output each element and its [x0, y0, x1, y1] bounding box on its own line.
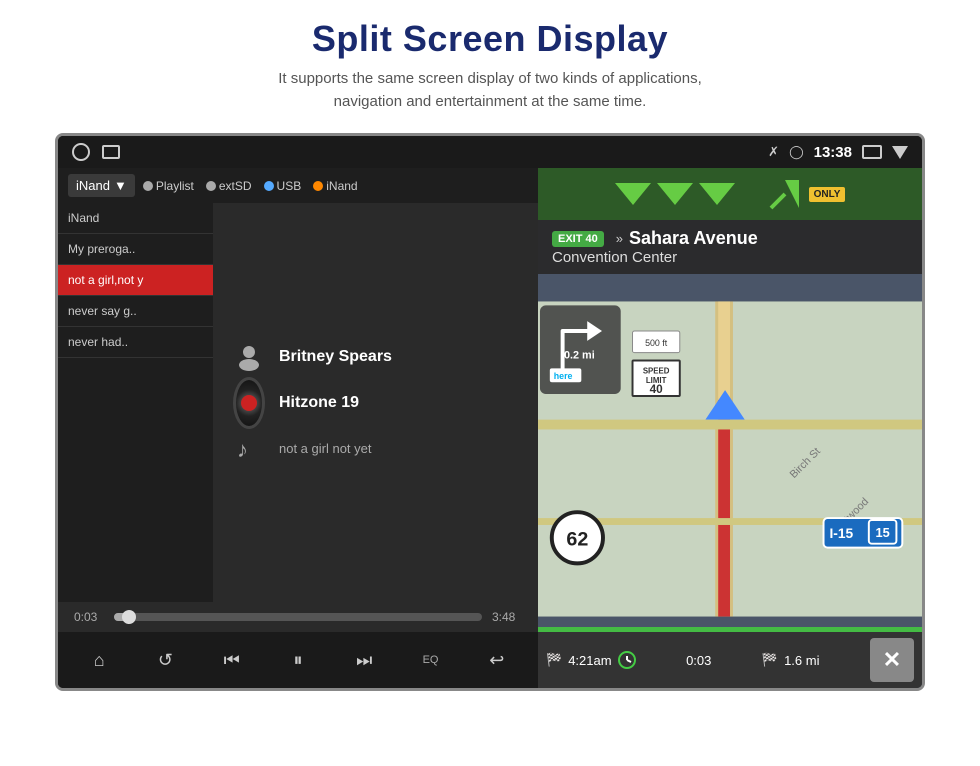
- nav-arrow-down-2: [657, 183, 693, 205]
- title-row: ♪ not a girl not yet: [233, 433, 518, 465]
- eq-button[interactable]: EQ: [413, 642, 449, 678]
- nav-bottom-bar: 🏁 4:21am 0:03 🏁 1.6 mi ✕: [538, 632, 922, 688]
- street-name: Sahara Avenue: [629, 228, 758, 249]
- source-playlist[interactable]: Playlist: [143, 179, 194, 193]
- track-album: Hitzone 19: [279, 394, 359, 412]
- svg-text:0.2 mi: 0.2 mi: [564, 350, 595, 362]
- playlist-item-4[interactable]: never had..: [58, 327, 213, 358]
- home-button[interactable]: ⌂: [81, 642, 117, 678]
- nav-arrow-down-1: [615, 183, 651, 205]
- nav-total-distance: 🏁 1.6 mi: [762, 652, 820, 668]
- split-screen: iNand ▼ Playlist extSD USB: [58, 168, 922, 688]
- play-pause-button[interactable]: ⏸: [280, 642, 316, 678]
- svg-text:500 ft: 500 ft: [645, 338, 668, 348]
- only-badge: ONLY: [809, 187, 846, 202]
- status-bar: ✗ ◯ 13:38: [58, 136, 922, 168]
- back-icon: [892, 146, 908, 159]
- track-info: Britney Spears Hitzone 19 ♪: [223, 341, 528, 465]
- svg-text:15: 15: [875, 525, 889, 540]
- svg-text:62: 62: [566, 529, 588, 551]
- exit-badge: EXIT 40: [552, 231, 604, 247]
- playlist-radio: [143, 181, 153, 191]
- nav-top-bar: ONLY: [538, 168, 922, 220]
- status-bar-left: [72, 143, 120, 161]
- map-content: Birch St Westwood 62 I-15 15: [538, 286, 922, 632]
- nav-info-box: EXIT 40 » Sahara Avenue Convention Cente…: [538, 220, 922, 274]
- source-options: Playlist extSD USB iNand: [143, 179, 358, 193]
- source-dropdown[interactable]: iNand ▼: [68, 174, 135, 197]
- source-selector: iNand ▼ Playlist extSD USB: [58, 168, 538, 203]
- progress-bar[interactable]: [114, 613, 482, 621]
- home-button-icon: [72, 143, 90, 161]
- progress-thumb: [122, 610, 136, 624]
- nav-arrival-time: 🏁 4:21am: [546, 651, 636, 669]
- svg-text:SPEED: SPEED: [643, 366, 670, 375]
- image-icon: [102, 145, 120, 159]
- nav-elapsed-time: 0:03: [686, 653, 711, 668]
- nav-arrow-right-up-icon: [767, 176, 803, 212]
- playlist-item-1[interactable]: My preroga..: [58, 234, 213, 265]
- player-main: Britney Spears Hitzone 19 ♪: [213, 203, 538, 602]
- nav-panel: ONLY EXIT 40 » Sahara Avenue Convention …: [538, 168, 922, 688]
- playlist-sidebar: iNand My preroga.. not a girl,not y neve…: [58, 203, 213, 602]
- status-time: 13:38: [814, 144, 852, 161]
- source-extsd[interactable]: extSD: [206, 179, 252, 193]
- svg-text:here: here: [554, 371, 573, 381]
- controls-bar: ⌂ ↺ ⏮ ⏸ ⏭ EQ ↩: [58, 632, 538, 688]
- repeat-button[interactable]: ↺: [147, 642, 183, 678]
- svg-text:40: 40: [650, 382, 664, 396]
- prev-button[interactable]: ⏮: [214, 642, 250, 678]
- device-frame: ✗ ◯ 13:38 iNand ▼ Playlist: [55, 133, 925, 691]
- screen-icon: [862, 145, 882, 159]
- clock-icon: [618, 651, 636, 669]
- album-row: Hitzone 19: [233, 387, 518, 419]
- flag-icon-end: 🏁: [762, 652, 778, 668]
- next-button[interactable]: ⏭: [346, 642, 382, 678]
- source-usb[interactable]: USB: [264, 179, 302, 193]
- back-button[interactable]: ↩: [479, 642, 515, 678]
- bluetooth-icon: ✗: [768, 144, 779, 160]
- artist-row: Britney Spears: [233, 341, 518, 373]
- playlist-item-2[interactable]: not a girl,not y: [58, 265, 213, 296]
- page-header: Split Screen Display It supports the sam…: [0, 0, 980, 123]
- svg-text:I-15: I-15: [829, 526, 853, 541]
- nav-arrow-down-3: [699, 183, 735, 205]
- svg-text:♪: ♪: [237, 437, 248, 462]
- usb-radio: [264, 181, 274, 191]
- page-subtitle: It supports the same screen display of t…: [0, 68, 980, 113]
- track-title: not a girl not yet: [279, 441, 372, 456]
- flag-icon-start: 🏁: [546, 652, 562, 668]
- person-icon: [233, 341, 265, 373]
- music-note-icon: ♪: [233, 433, 265, 465]
- nav-close-button[interactable]: ✕: [870, 638, 914, 682]
- track-artist: Britney Spears: [279, 348, 392, 366]
- status-bar-right: ✗ ◯ 13:38: [768, 144, 908, 161]
- progress-section: 0:03 3:48: [58, 602, 538, 632]
- source-inand[interactable]: iNand: [313, 179, 357, 193]
- page-title: Split Screen Display: [0, 18, 980, 60]
- time-total: 3:48: [492, 610, 522, 624]
- playlist-area: iNand My preroga.. not a girl,not y neve…: [58, 203, 538, 602]
- location-icon: ◯: [789, 144, 804, 160]
- time-current: 0:03: [74, 610, 104, 624]
- venue-name: Convention Center: [552, 249, 908, 266]
- playlist-item-0[interactable]: iNand: [58, 203, 213, 234]
- inand-radio: [313, 181, 323, 191]
- playlist-item-3[interactable]: never say g..: [58, 296, 213, 327]
- vinyl-icon: [233, 387, 265, 419]
- extsd-radio: [206, 181, 216, 191]
- music-panel: iNand ▼ Playlist extSD USB: [58, 168, 538, 688]
